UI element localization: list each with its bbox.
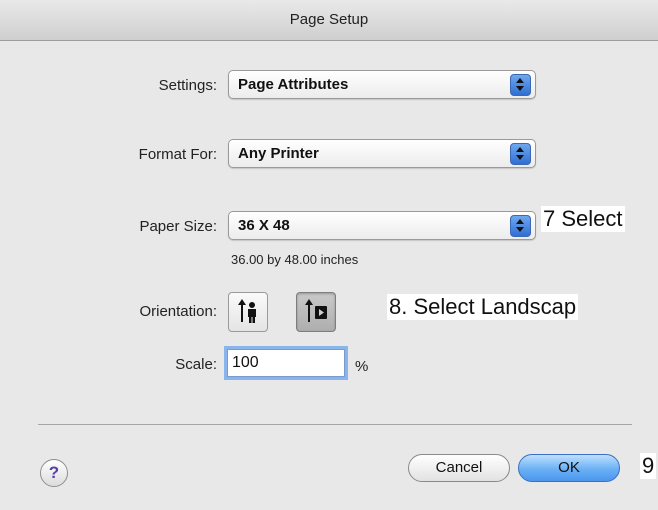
paper-size-label: Paper Size: — [139, 218, 217, 235]
page-setup-dialog: Page Setup Settings: Page Attributes For… — [0, 0, 658, 510]
cancel-button[interactable]: Cancel — [408, 454, 510, 482]
paper-dimensions: 36.00 by 48.00 inches — [231, 252, 359, 267]
portrait-orientation-button[interactable] — [228, 292, 268, 332]
title-bar[interactable]: Page Setup — [0, 0, 658, 41]
paper-size-popup[interactable]: 36 X 48 — [228, 211, 536, 240]
orientation-label: Orientation: — [139, 303, 217, 320]
scale-label: Scale: — [175, 356, 217, 373]
annotation-step7: 7 Select — [541, 206, 625, 232]
portrait-icon — [238, 299, 256, 323]
landscape-icon — [305, 299, 327, 322]
settings-label: Settings: — [158, 77, 217, 94]
annotation-step8: 8. Select Landscap — [387, 294, 579, 320]
landscape-orientation-button[interactable] — [296, 292, 336, 332]
popup-arrows-icon — [510, 215, 531, 237]
settings-value: Page Attributes — [238, 76, 349, 93]
format-for-popup[interactable]: Any Printer — [228, 139, 536, 168]
format-for-label: Format For: — [138, 146, 217, 163]
scale-input[interactable] — [227, 349, 345, 377]
divider — [38, 424, 632, 425]
popup-arrows-icon — [510, 74, 531, 96]
annotation-step9: 9 — [640, 453, 657, 479]
paper-size-value: 36 X 48 — [238, 217, 290, 234]
help-button[interactable]: ? — [40, 459, 68, 487]
window-title: Page Setup — [289, 11, 369, 28]
ok-button[interactable]: OK — [518, 454, 620, 482]
format-for-value: Any Printer — [238, 145, 319, 162]
popup-arrows-icon — [510, 143, 531, 165]
settings-popup[interactable]: Page Attributes — [228, 70, 536, 99]
scale-unit: % — [355, 358, 369, 375]
